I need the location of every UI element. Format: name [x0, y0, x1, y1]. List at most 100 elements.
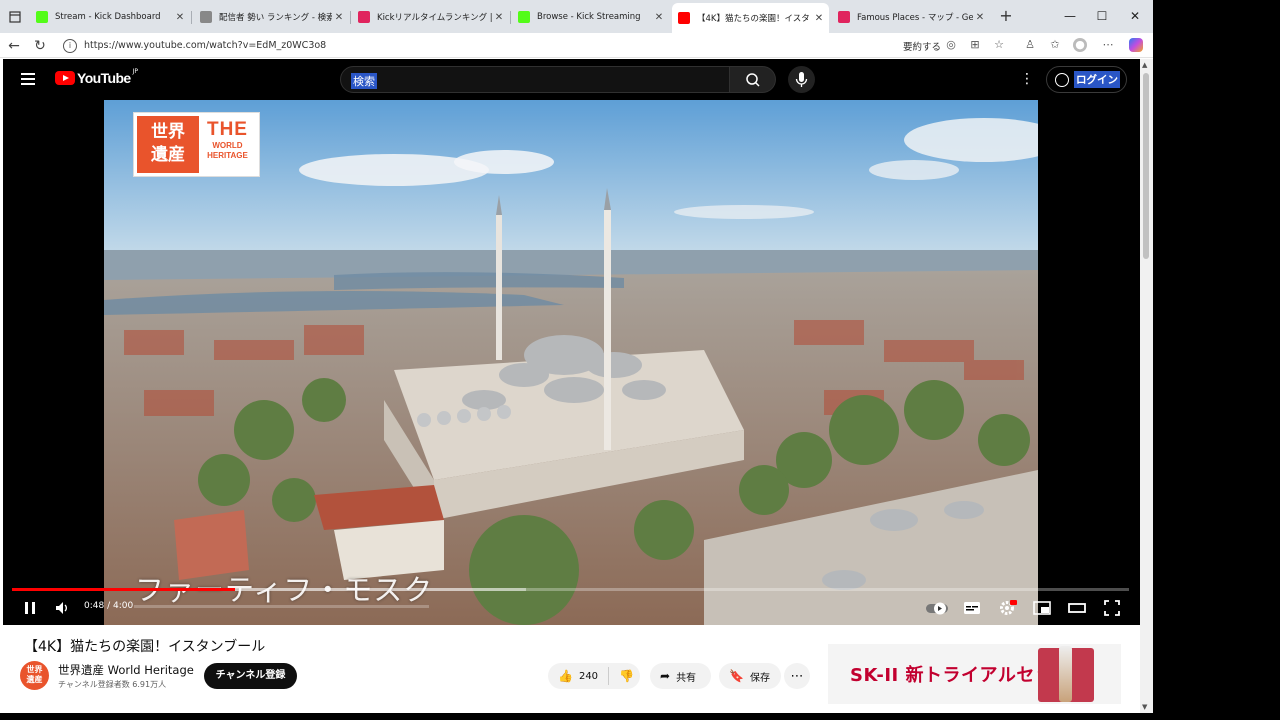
theater-mode-button[interactable]: [1066, 597, 1088, 619]
browser-window: Stream - Kick Dashboard ✕ 配信者 勢い ランキング - 検…: [0, 0, 1153, 713]
youtube-play-icon: [55, 71, 75, 85]
minimize-button[interactable]: —: [1059, 6, 1081, 26]
kick-icon: [518, 11, 530, 23]
youtube-icon: [678, 12, 690, 24]
share-icon: ➦: [660, 669, 671, 683]
player-controls: 0:48 / 4:00: [3, 595, 1140, 621]
thumbs-up-icon[interactable]: 👍: [558, 669, 573, 683]
badge-heritage: HERITAGE: [207, 151, 248, 160]
tab-title: 配信者 勢い ランキング - 検索: [219, 13, 332, 23]
search-placeholder: 検索: [351, 73, 377, 89]
browser-tab[interactable]: 【4K】猫たちの楽園！イスタ ✕: [672, 3, 829, 33]
miniplayer-icon: [1033, 601, 1051, 615]
browser-tab[interactable]: Kickリアルタイムランキング | 配信✕: [352, 5, 509, 29]
more-dots-icon: ⋯: [790, 668, 804, 684]
profile-icon[interactable]: ●: [1073, 38, 1087, 52]
browser-tab[interactable]: Browse - Kick Streaming ✕: [512, 5, 669, 29]
new-tab-button[interactable]: +: [996, 7, 1016, 27]
tab-separator: [191, 11, 192, 24]
back-button[interactable]: ←: [4, 36, 24, 56]
browser-tab[interactable]: Famous Places - マップ - GeoG ✕: [832, 5, 990, 29]
thumbs-down-icon[interactable]: 👎: [619, 669, 634, 683]
site-info-icon[interactable]: i: [63, 38, 77, 53]
channel-avatar[interactable]: 世界 遺産: [20, 661, 49, 690]
close-tab-icon[interactable]: ✕: [173, 12, 187, 23]
tab-actions-icon[interactable]: [4, 6, 26, 28]
logo-text: YouTube: [77, 70, 131, 86]
favorite-star-icon[interactable]: ☆: [992, 38, 1006, 52]
browser-tab[interactable]: Stream - Kick Dashboard ✕: [30, 5, 190, 29]
scroll-up-icon[interactable]: ▲: [1142, 61, 1147, 69]
youtube-logo[interactable]: YouTube JP: [55, 68, 138, 86]
favorites-icon[interactable]: ✩: [1048, 38, 1062, 52]
close-tab-icon[interactable]: ✕: [973, 12, 987, 23]
volume-button[interactable]: [51, 597, 73, 619]
search-input[interactable]: 検索: [340, 66, 730, 93]
tab-strip: Stream - Kick Dashboard ✕ 配信者 勢い ランキング - 検…: [0, 0, 1153, 33]
subscribe-button[interactable]: チャンネル登録: [204, 663, 297, 689]
close-tab-icon[interactable]: ✕: [652, 12, 666, 23]
gear-icon: [1000, 600, 1017, 615]
miniplayer-button[interactable]: [1031, 597, 1053, 619]
badge-kanji: 世界 遺産: [137, 116, 199, 173]
close-window-button[interactable]: ✕: [1124, 6, 1146, 26]
progress-bar[interactable]: [12, 588, 1129, 591]
video-player[interactable]: YouTube JP 検索 ⋮ ログイン 世界 遺産 THE WORLD HER…: [3, 59, 1140, 625]
close-tab-icon[interactable]: ✕: [812, 13, 826, 24]
search-button[interactable]: [730, 66, 776, 93]
video-frame[interactable]: 世界 遺産 THE WORLD HERITAGE: [104, 100, 1038, 625]
mosque-aerial-image: [104, 100, 1038, 625]
login-button[interactable]: ログイン: [1046, 66, 1127, 93]
masthead: YouTube JP 検索 ⋮ ログイン: [3, 59, 1140, 100]
sponsored-ad[interactable]: SK-II 新トライアルセット: [828, 644, 1121, 704]
save-button[interactable]: 🔖 保存: [719, 663, 781, 689]
world-heritage-badge: 世界 遺産 THE WORLD HERITAGE: [133, 112, 260, 177]
maximize-button[interactable]: ☐: [1091, 6, 1113, 26]
settings-button[interactable]: [996, 597, 1018, 619]
more-menu-icon[interactable]: ⋯: [1101, 38, 1115, 52]
reading-mode-icon[interactable]: ◎: [944, 38, 958, 52]
scrollbar-thumb[interactable]: [1143, 73, 1149, 259]
video-title: 【4K】猫たちの楽園！イスタンブール: [24, 639, 266, 655]
settings-menu-icon[interactable]: ⋮: [1020, 71, 1034, 87]
refresh-button[interactable]: ↻: [30, 36, 50, 56]
channel-name[interactable]: 世界遺産 World Heritage: [58, 662, 194, 678]
desktop-background: [1153, 0, 1280, 720]
save-label: 保存: [749, 672, 770, 684]
subtitles-icon: [964, 602, 980, 614]
autoplay-icon: [926, 602, 948, 615]
pause-icon: [25, 602, 35, 614]
ad-brand: SK-II: [850, 665, 899, 686]
more-actions-button[interactable]: ⋯: [784, 663, 810, 689]
search-icon: [200, 11, 212, 23]
voice-search-button[interactable]: [788, 66, 815, 93]
tab-title: Kickリアルタイムランキング | 配信: [377, 13, 492, 23]
subtitles-button[interactable]: [961, 597, 983, 619]
bookmark-icon: 🔖: [729, 669, 744, 683]
fullscreen-button[interactable]: [1101, 597, 1123, 619]
autoplay-toggle[interactable]: [925, 597, 948, 619]
badge-world: WORLD: [212, 141, 243, 150]
ranking-icon: [358, 11, 370, 23]
copilot-icon[interactable]: [1129, 38, 1143, 52]
close-tab-icon[interactable]: ✕: [332, 12, 346, 23]
login-label: ログイン: [1074, 71, 1120, 88]
share-button[interactable]: ➦ 共有: [650, 663, 711, 689]
apps-icon[interactable]: ⊞: [968, 38, 982, 52]
tab-separator: [350, 11, 351, 24]
hover-preview-bar: [134, 605, 429, 608]
product-image: [1038, 646, 1094, 702]
pause-button[interactable]: [19, 597, 41, 619]
menu-icon[interactable]: [21, 73, 35, 88]
volume-icon: [56, 602, 67, 614]
browser-tab[interactable]: 配信者 勢い ランキング - 検索 ✕: [194, 5, 349, 29]
theater-icon: [1068, 603, 1086, 613]
page-scrollbar[interactable]: ▲ ▼: [1140, 59, 1153, 713]
address-bar[interactable]: i https://www.youtube.com/watch?v=EdM_z0…: [59, 35, 1019, 56]
close-tab-icon[interactable]: ✕: [492, 12, 506, 23]
extensions-icon[interactable]: ♙: [1023, 38, 1037, 52]
summarize-button[interactable]: 要約する: [903, 39, 941, 53]
like-count[interactable]: 240: [579, 671, 598, 682]
scroll-down-icon[interactable]: ▼: [1142, 703, 1147, 711]
microphone-icon: [795, 72, 808, 87]
